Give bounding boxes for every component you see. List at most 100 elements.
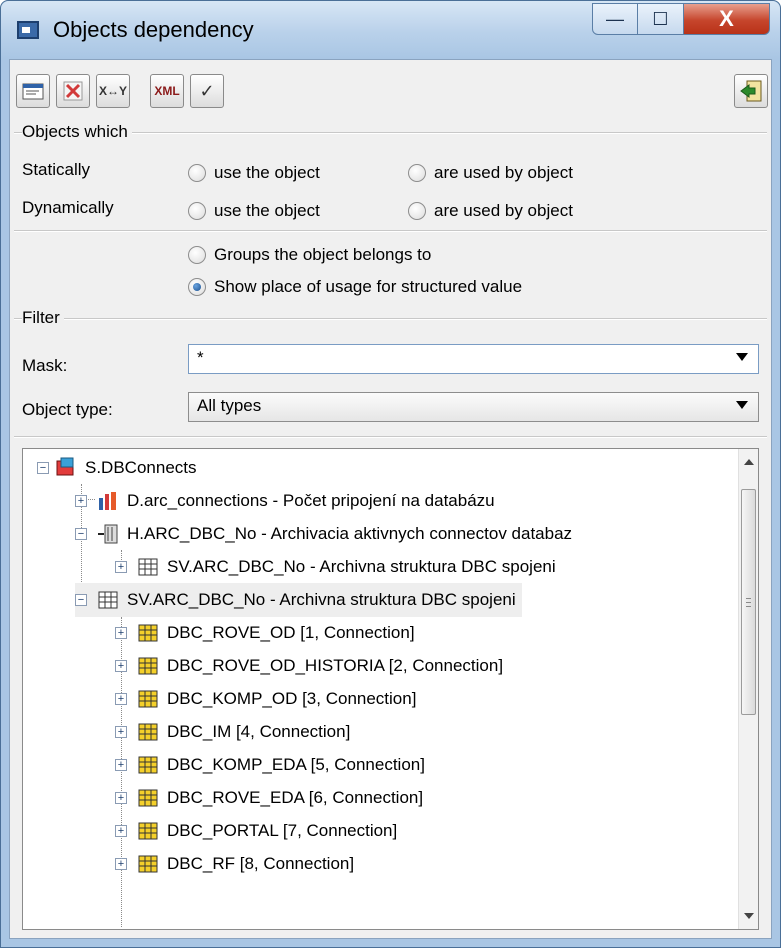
swap-icon: X↔Y (98, 84, 127, 98)
exit-button[interactable] (734, 74, 768, 108)
export-xml-button[interactable]: XML (150, 74, 184, 108)
tree-row[interactable]: + DBC_ROVE_OD_HISTORIA [2, Connection] (115, 649, 503, 683)
tree-label: DBC_ROVE_EDA [6, Connection] (167, 788, 424, 807)
objects-which-heading: Objects which (22, 122, 132, 142)
dbconnect-chart-icon (97, 490, 119, 512)
radio-show-place-usage[interactable]: Show place of usage for structured value (188, 277, 522, 297)
expand-toggle[interactable]: + (115, 660, 127, 672)
expand-toggle[interactable]: + (115, 693, 127, 705)
radio-statically-use[interactable]: use the object (188, 163, 320, 183)
expand-toggle[interactable]: + (115, 561, 127, 573)
radio-dynamically-used-by[interactable]: are used by object (408, 201, 573, 221)
chevron-down-icon[interactable] (736, 353, 748, 361)
tree-row[interactable]: + DBC_RF [8, Connection] (115, 847, 354, 881)
structure-item-icon (137, 655, 159, 677)
radio-label: use the object (214, 201, 320, 220)
grip-line (746, 598, 751, 599)
tree-row[interactable]: + DBC_ROVE_EDA [6, Connection] (115, 781, 423, 815)
mask-label: Mask: (22, 356, 68, 375)
filter-rule (14, 318, 767, 320)
radio-label: use the object (214, 163, 320, 182)
radio-circle-checked (188, 278, 206, 296)
expand-toggle[interactable]: + (115, 858, 127, 870)
radio-circle (408, 202, 426, 220)
grip-line (746, 602, 751, 603)
tree-label: D.arc_connections - Počet pripojení na d… (127, 491, 495, 510)
properties-icon (21, 79, 45, 103)
radio-circle (188, 246, 206, 264)
minimize-icon: — (606, 8, 624, 29)
structure-item-icon (137, 853, 159, 875)
app-icon (17, 21, 39, 39)
collapse-toggle[interactable]: − (37, 462, 49, 474)
objects-dependency-window: Objects dependency — ☐ X X↔Y XML ✓ Objec… (0, 0, 781, 948)
expand-toggle[interactable]: + (115, 792, 127, 804)
collapse-toggle[interactable]: − (75, 594, 87, 606)
close-button[interactable]: X (684, 3, 770, 35)
expand-toggle[interactable]: + (115, 825, 127, 837)
structure-grid-icon (97, 589, 119, 611)
radio-circle (188, 164, 206, 182)
radio-label: are used by object (434, 163, 573, 182)
tree-row[interactable]: + SV.ARC_DBC_No - Archivna struktura DBC… (115, 550, 556, 584)
expand-toggle[interactable]: + (115, 726, 127, 738)
apply-button[interactable]: ✓ (190, 74, 224, 108)
title-bar[interactable]: Objects dependency — ☐ X (1, 1, 780, 59)
xml-icon: XML (154, 84, 180, 98)
dependency-tree[interactable]: − S.DBConnects + D.arc_connections - Poč… (22, 448, 759, 930)
structure-item-icon (137, 820, 159, 842)
radio-statically-used-by[interactable]: are used by object (408, 163, 573, 183)
tree-row[interactable]: − H.ARC_DBC_No - Archivacia aktivnych co… (75, 517, 572, 551)
tree-row[interactable]: + DBC_KOMP_EDA [5, Connection] (115, 748, 425, 782)
delete-button[interactable] (56, 74, 90, 108)
expand-toggle[interactable]: + (115, 627, 127, 639)
checkmark-icon: ✓ (199, 80, 215, 101)
tree-row[interactable]: + DBC_PORTAL [7, Connection] (115, 814, 397, 848)
minimize-button[interactable]: — (592, 3, 638, 35)
radio-circle (408, 164, 426, 182)
object-type-select[interactable]: All types (188, 392, 759, 422)
tree-label: H.ARC_DBC_No - Archivacia aktivnych conn… (127, 524, 573, 543)
mask-combo[interactable]: * (188, 344, 759, 374)
tree-label: DBC_PORTAL [7, Connection] (167, 821, 398, 840)
scroll-up-arrow-icon[interactable] (744, 459, 754, 465)
radio-dynamically-use[interactable]: use the object (188, 201, 320, 221)
tree-label: DBC_KOMP_OD [3, Connection] (167, 689, 417, 708)
scroll-thumb[interactable] (741, 489, 756, 715)
caption-buttons: — ☐ X (592, 3, 770, 35)
radio-group-divider (14, 230, 767, 232)
tree-label: S.DBConnects (85, 458, 197, 477)
radio-groups-belongs[interactable]: Groups the object belongs to (188, 245, 431, 265)
expand-toggle[interactable]: + (75, 495, 87, 507)
statically-label: Statically (22, 160, 91, 179)
vertical-scrollbar[interactable] (738, 449, 758, 929)
exit-icon (739, 79, 763, 103)
structure-item-icon (137, 622, 159, 644)
tree-row[interactable]: + DBC_IM [4, Connection] (115, 715, 350, 749)
chevron-down-icon[interactable] (736, 401, 748, 409)
tree-row[interactable]: + DBC_KOMP_OD [3, Connection] (115, 682, 416, 716)
properties-button[interactable] (16, 74, 50, 108)
collapse-toggle[interactable]: − (75, 528, 87, 540)
close-icon: X (719, 6, 734, 31)
maximize-icon: ☐ (652, 8, 669, 29)
dynamically-label: Dynamically (22, 198, 114, 217)
tree-row[interactable]: + D.arc_connections - Počet pripojení na… (75, 484, 495, 518)
expand-toggle[interactable]: + (115, 759, 127, 771)
tree-label: DBC_ROVE_OD [1, Connection] (167, 623, 415, 642)
structure-grid-icon (137, 556, 159, 578)
dbconnect-icon (55, 457, 77, 479)
delete-icon (61, 79, 85, 103)
tree-row-selected[interactable]: − SV.ARC_DBC_No - Archivna struktura DBC… (75, 583, 522, 617)
window-title: Objects dependency (53, 17, 254, 42)
mask-value: * (197, 348, 204, 367)
filter-heading: Filter (22, 308, 64, 328)
tree-row[interactable]: + DBC_ROVE_OD [1, Connection] (115, 616, 415, 650)
tree-row[interactable]: − S.DBConnects (37, 451, 197, 485)
maximize-button[interactable]: ☐ (638, 3, 684, 35)
radio-circle (188, 202, 206, 220)
scroll-down-arrow-icon[interactable] (744, 913, 754, 919)
tree-label: DBC_IM [4, Connection] (167, 722, 351, 741)
radio-label: are used by object (434, 201, 573, 220)
swap-button[interactable]: X↔Y (96, 74, 130, 108)
